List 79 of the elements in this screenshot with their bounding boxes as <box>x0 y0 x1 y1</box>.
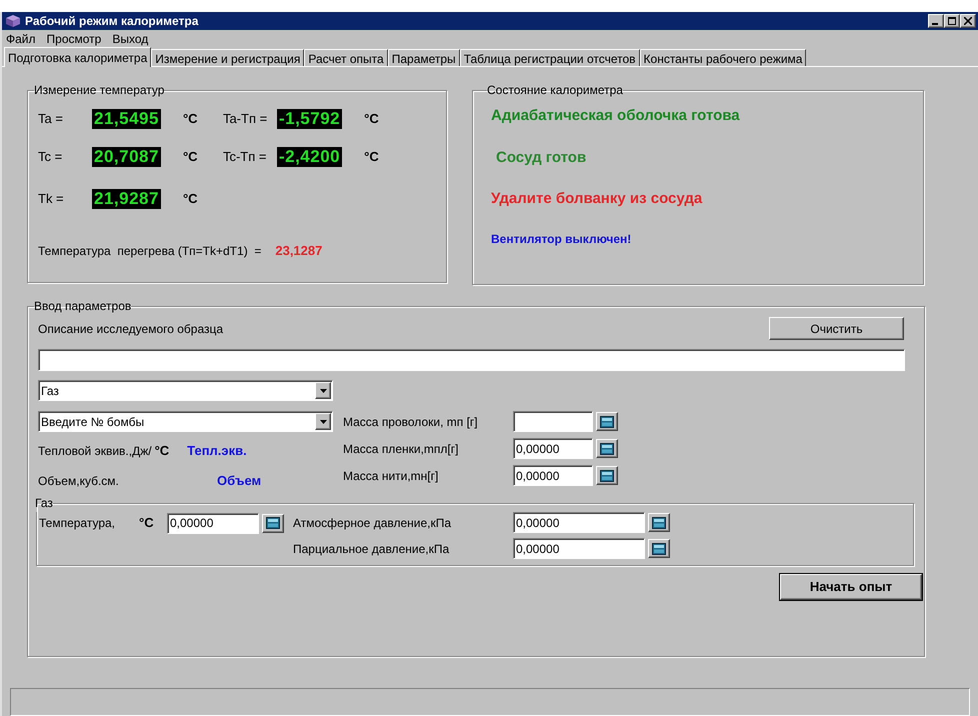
number-field[interactable]: 0,00000 <box>167 512 259 534</box>
number-field[interactable]: 0,00000 <box>513 465 593 486</box>
calculator-button[interactable] <box>648 539 670 558</box>
status-message: Удалите болванку из сосуда <box>491 189 704 209</box>
calculator-button[interactable] <box>596 412 618 431</box>
close-button[interactable] <box>960 14 976 28</box>
pressure-label: Парциальное давление,кПа <box>293 540 450 558</box>
reading-value: 20,7087 <box>92 147 161 167</box>
reading-label: Tc = <box>38 148 64 166</box>
calculator-icon <box>266 517 280 529</box>
calculator-button[interactable] <box>596 439 618 458</box>
tab[interactable]: Параметры <box>388 49 460 66</box>
calculator-icon <box>600 442 614 454</box>
group-title: Измерение температур <box>34 82 164 99</box>
overheat-value: 23,1287 <box>275 242 322 260</box>
tab[interactable]: Расчет опыта <box>304 49 388 66</box>
reading-value: 21,5495 <box>92 109 161 129</box>
reading-label: Tc-Tп = <box>222 148 268 166</box>
close-icon <box>964 17 972 25</box>
number-field[interactable] <box>513 411 593 432</box>
calculator-icon <box>652 516 666 528</box>
maximize-button[interactable] <box>944 14 960 28</box>
window-title: Рабочий режим калориметра <box>25 13 200 30</box>
caret-icon <box>320 420 326 424</box>
calculator-icon <box>600 470 614 482</box>
description-field[interactable] <box>38 349 905 371</box>
status-message: Вентилятор выключен! <box>491 230 632 248</box>
heat-equiv-value: Тепл.экв. <box>187 442 247 460</box>
volume-value: Объем <box>217 472 262 490</box>
overheat-label: Температура перегрева (Tп=Tk+dT1) = <box>38 242 262 260</box>
number-field[interactable]: 0,00000 <box>513 438 593 459</box>
clear-button[interactable]: Очистить <box>769 317 904 340</box>
reading-label: Ta = <box>38 110 64 128</box>
group-title: Состояние калориметра <box>487 82 623 99</box>
menu-item[interactable]: Просмотр <box>46 30 102 48</box>
app-icon <box>5 14 21 28</box>
status-message: Сосуд готов <box>495 148 588 168</box>
unit-label: °C <box>182 149 198 164</box>
tab[interactable]: Таблица регистрации отсчетов <box>460 49 640 66</box>
calculator-icon <box>652 542 666 554</box>
mass-label: Масса проволоки, mп [г] <box>343 414 479 430</box>
temperature-label: Температура, <box>39 515 116 532</box>
dropdown[interactable]: Газ <box>38 380 333 401</box>
mass-label: Масса нити,mн[г] <box>343 468 440 484</box>
pressure-label: Атмосферное давление,кПа <box>293 514 452 532</box>
status-message: Адиабатическая оболочка готова <box>491 106 741 126</box>
dropdown[interactable]: Введите № бомбы <box>38 411 333 432</box>
number-field[interactable]: 0,00000 <box>513 538 645 559</box>
unit-label: °C <box>154 443 170 458</box>
calculator-icon <box>600 416 614 428</box>
menu-item[interactable]: Файл <box>6 30 36 48</box>
volume-label: Объем,куб.см. <box>38 473 120 490</box>
unit-label: °C <box>182 191 198 206</box>
tab[interactable]: Константы рабочего режима <box>640 49 806 66</box>
calculator-button[interactable] <box>596 466 618 485</box>
calculator-button[interactable] <box>262 514 284 532</box>
reading-label: Ta-Tп = <box>222 110 268 128</box>
number-field[interactable]: 0,00000 <box>513 512 645 533</box>
maximize-icon <box>948 17 956 25</box>
description-label: Описание исследуемого образца <box>38 321 224 338</box>
tab[interactable]: Подготовка калориметра <box>4 47 152 67</box>
mass-label: Масса пленки,mпл[г] <box>343 440 460 458</box>
unit-label: °C <box>364 111 379 126</box>
reading-value: -1,5792 <box>276 109 342 129</box>
unit-label: °C <box>139 515 154 530</box>
unit-label: °C <box>182 111 198 126</box>
caret-icon <box>320 388 326 392</box>
unit-label: °C <box>364 149 379 164</box>
start-button[interactable]: Начать опыт <box>780 574 922 600</box>
reading-label: Tk = <box>38 190 65 208</box>
heat-equiv-label: Тепловой эквив.,Дж/ <box>38 443 152 460</box>
group-title: Ввод параметров <box>34 298 132 315</box>
group-title: Газ <box>35 495 53 512</box>
minimize-button[interactable] <box>928 14 944 28</box>
reading-value: 21,9287 <box>92 189 161 209</box>
calculator-button[interactable] <box>648 513 670 532</box>
tab[interactable]: Измерение и регистрация <box>151 49 304 66</box>
reading-value: -2,4200 <box>276 147 342 167</box>
menu-item[interactable]: Выход <box>112 30 148 48</box>
